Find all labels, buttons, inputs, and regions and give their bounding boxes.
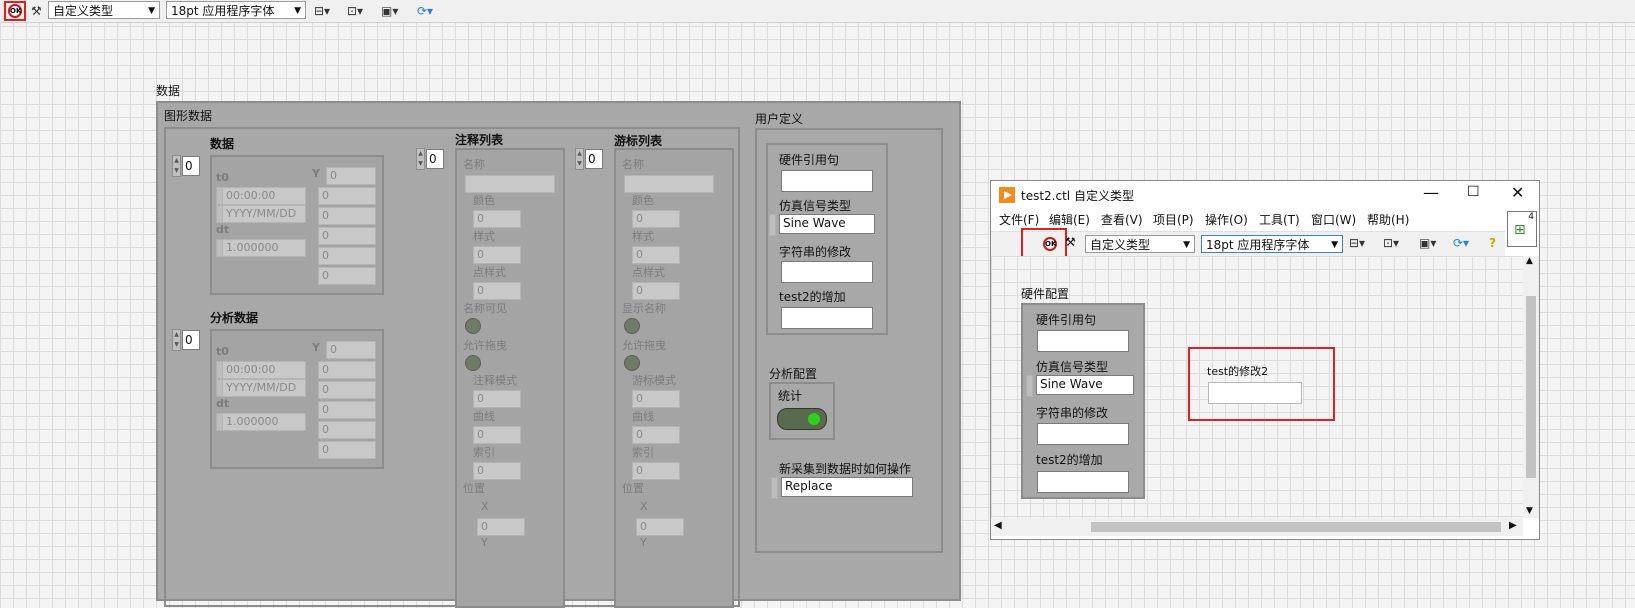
- ring-spinner-icon[interactable]: [769, 214, 776, 236]
- wrench-icon[interactable]: ⚒: [31, 3, 42, 19]
- title-bar[interactable]: test2.ctl 自定义类型 — ☐ ✕: [991, 181, 1539, 209]
- font-type-select[interactable]: 自定义类型 ▼: [1085, 235, 1195, 253]
- scroll-up-icon[interactable]: ▲: [1526, 256, 1533, 266]
- index-spinner-icon[interactable]: ▲ ▼: [172, 329, 181, 351]
- hw-config-label: 硬件配置: [1021, 287, 1070, 301]
- test-mod2-label: test的修改2: [1207, 365, 1269, 378]
- test2-add-field[interactable]: [1037, 471, 1129, 493]
- data-array-label: 数据: [210, 137, 235, 151]
- sim-type-field[interactable]: Sine Wave: [1036, 375, 1134, 395]
- cursor-list-element: 名称 颜色 0 样式 0 点样式 0 显示名称 允许拖曳 游标模式 0 曲线 0…: [614, 148, 734, 608]
- sim-type-field[interactable]: Sine Wave: [779, 214, 875, 234]
- cursor-list-index[interactable]: ▲ ▼ 0: [575, 148, 603, 170]
- main-toolbar: OK ⚒ 自定义类型 ▼ 18pt 应用程序字体 ▼ ⊟▾ ⊡▾ ▣▾ ⟳▾: [0, 0, 1635, 23]
- data-cluster-label: 数据: [156, 84, 181, 98]
- test2-add-field[interactable]: [781, 307, 873, 329]
- ok-icon: OK: [8, 4, 22, 18]
- resize-objects-icon[interactable]: ▣▾: [1419, 235, 1436, 251]
- scroll-right-icon[interactable]: ▶: [1509, 520, 1517, 531]
- annotation-name-field: [465, 175, 555, 193]
- string-mod-field[interactable]: [1037, 423, 1129, 445]
- labview-app-icon: [999, 187, 1015, 203]
- maximize-icon[interactable]: ☐: [1467, 184, 1480, 200]
- index-spinner-icon[interactable]: ▲ ▼: [416, 148, 425, 170]
- stats-toggle-button[interactable]: [777, 408, 827, 430]
- show-name-led: [624, 318, 640, 334]
- index-spinner-icon[interactable]: ▲ ▼: [575, 148, 584, 170]
- menu-help[interactable]: 帮助(H): [1367, 211, 1409, 228]
- hw-ref-field[interactable]: [781, 170, 873, 192]
- analysis-config-cluster[interactable]: 统计: [769, 382, 835, 440]
- close-icon[interactable]: ✕: [1511, 183, 1524, 202]
- user-defined-label: 用户定义: [755, 112, 804, 126]
- data-cluster[interactable]: 图形数据 用户定义 数据 ▲ ▼ 0 t0 00:00:00 YYYY/MM/DD…: [156, 101, 961, 608]
- new-data-mode-field[interactable]: Replace: [781, 477, 913, 497]
- ring-spinner-icon[interactable]: [771, 477, 778, 499]
- allow-drag-led: [624, 355, 640, 371]
- cursor-name-field: [624, 175, 714, 193]
- scroll-down-icon[interactable]: ▼: [1526, 506, 1533, 516]
- menu-view[interactable]: 查看(V): [1101, 211, 1143, 228]
- ok-icon[interactable]: OK: [1043, 237, 1057, 251]
- scroll-thumb[interactable]: [1091, 522, 1501, 532]
- menu-operate[interactable]: 操作(O): [1205, 211, 1248, 228]
- help-icon[interactable]: ?: [1489, 235, 1496, 251]
- menu-project[interactable]: 项目(P): [1153, 211, 1194, 228]
- resize-objects-icon[interactable]: ▣▾: [381, 3, 398, 19]
- test-mod2-field[interactable]: [1208, 382, 1302, 404]
- window-title: test2.ctl 自定义类型: [1021, 189, 1134, 203]
- font-type-select[interactable]: 自定义类型 ▼: [48, 1, 160, 19]
- annotation-list-label: 注释列表: [455, 133, 504, 147]
- data-array-index[interactable]: ▲ ▼ 0: [172, 155, 200, 177]
- align-objects-icon[interactable]: ⊟▾: [1349, 235, 1365, 251]
- run-ok-button[interactable]: OK: [4, 1, 26, 21]
- menu-file[interactable]: 文件(F): [999, 211, 1039, 228]
- font-size-select[interactable]: 18pt 应用程序字体 ▼: [1201, 235, 1343, 253]
- data-waveform: t0 00:00:00 YYYY/MM/DD dt 1.000000 Y 0 0…: [210, 155, 384, 295]
- annotation-list-element: 名称 颜色 0 样式 0 点样式 0 名称可见 允许拖曳 注释模式 0 曲线 0…: [455, 148, 565, 608]
- scroll-thumb[interactable]: [1526, 296, 1536, 478]
- graph-data-label: 图形数据: [164, 109, 213, 123]
- font-size-select[interactable]: 18pt 应用程序字体 ▼: [166, 1, 306, 19]
- hw-ref-field[interactable]: [1037, 330, 1129, 352]
- vertical-scrollbar[interactable]: ▲ ▼: [1523, 256, 1539, 518]
- ring-spinner-icon[interactable]: [1026, 375, 1033, 397]
- window-toolbar: OK ⚒ 自定义类型 ▼ 18pt 应用程序字体 ▼ ⊟▾ ⊡▾ ▣▾ ⟳▾ ?: [991, 228, 1505, 258]
- string-mod-field[interactable]: [781, 261, 873, 283]
- menu-tools[interactable]: 工具(T): [1259, 211, 1300, 228]
- cursor-list-label: 游标列表: [614, 134, 663, 148]
- window-canvas[interactable]: 硬件配置 硬件引用句 仿真信号类型 Sine Wave 字符串的修改 test2…: [991, 256, 1523, 518]
- allow-drag-led: [465, 355, 481, 371]
- name-visible-led: [465, 318, 481, 334]
- test2-ctl-window[interactable]: test2.ctl 自定义类型 — ☐ ✕ 文件(F) 编辑(E) 查看(V) …: [990, 180, 1540, 540]
- minimize-icon[interactable]: —: [1423, 183, 1439, 202]
- analysis-data-label: 分析数据: [210, 311, 259, 325]
- analysis-waveform: t0 00:00:00 YYYY/MM/DD dt 1.000000 Y 0 0…: [210, 329, 384, 469]
- reorder-icon[interactable]: ⟳▾: [1453, 235, 1469, 251]
- annotation-list-index[interactable]: ▲ ▼ 0: [416, 148, 444, 170]
- index-spinner-icon[interactable]: ▲ ▼: [172, 155, 181, 177]
- connector-pane-icon[interactable]: 4 ⊞: [1507, 211, 1537, 247]
- reorder-icon[interactable]: ⟳▾: [417, 3, 433, 19]
- hw-config-cluster[interactable]: 硬件引用句 仿真信号类型 Sine Wave 字符串的修改 test2的增加: [1021, 303, 1145, 499]
- wrench-icon[interactable]: ⚒: [1065, 235, 1076, 249]
- distribute-objects-icon[interactable]: ⊡▾: [347, 3, 363, 19]
- menu-window[interactable]: 窗口(W): [1311, 211, 1356, 228]
- analysis-config-label: 分析配置: [769, 367, 818, 381]
- new-data-label: 新采集到数据时如何操作: [779, 462, 912, 476]
- align-objects-icon[interactable]: ⊟▾: [314, 3, 330, 19]
- user-defined-cluster[interactable]: 硬件引用句 仿真信号类型 Sine Wave 字符串的修改 test2的增加 分…: [755, 128, 943, 553]
- scroll-left-icon[interactable]: ◀: [994, 520, 1002, 531]
- hardware-config-cluster[interactable]: 硬件引用句 仿真信号类型 Sine Wave 字符串的修改 test2的增加: [766, 143, 888, 335]
- distribute-objects-icon[interactable]: ⊡▾: [1383, 235, 1399, 251]
- menu-edit[interactable]: 编辑(E): [1049, 211, 1090, 228]
- horizontal-scrollbar[interactable]: ◀ ▶: [991, 518, 1523, 536]
- analysis-array-index[interactable]: ▲ ▼ 0: [172, 329, 200, 351]
